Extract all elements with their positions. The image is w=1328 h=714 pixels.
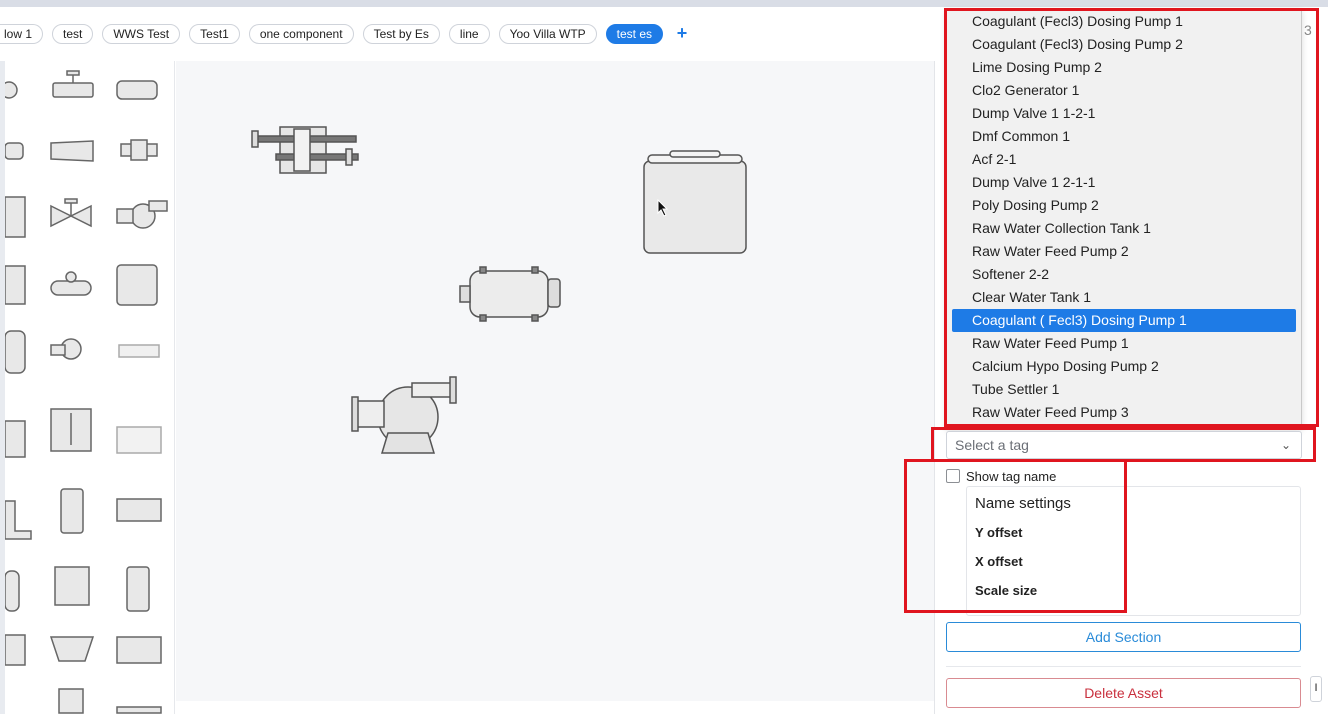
canvas-shapes (251, 126, 747, 454)
storage-tank-icon (116, 264, 158, 306)
pipe-end-icon (5, 142, 24, 160)
tab-test1[interactable]: Test1 (189, 24, 240, 44)
canvas-bottom-bar (176, 701, 934, 714)
clarifier-icon (116, 426, 162, 454)
hopper-icon (49, 636, 95, 662)
tab-flow-1[interactable]: low 1 (0, 24, 44, 44)
tag-option[interactable]: Softener 2-2 (947, 263, 1301, 286)
tank-icon (5, 265, 26, 305)
column-icon (5, 420, 26, 458)
panel-icon (58, 688, 84, 714)
gauge-icon (5, 81, 18, 99)
tab-test-by-es[interactable]: Test by Es (362, 24, 440, 44)
tag-option[interactable]: Clo2 Generator 1 (947, 79, 1301, 102)
reactor-icon (5, 330, 26, 374)
diagram-canvas[interactable] (176, 61, 934, 701)
tag-option[interactable]: Dump Valve 1 1-2-1 (947, 102, 1301, 125)
tab-test-es[interactable]: test es (605, 24, 664, 44)
select-tag-dropdown[interactable]: Select a tag ⌄ (946, 431, 1302, 459)
tag-option[interactable]: Coagulant (Fecl3) Dosing Pump 2 (947, 33, 1301, 56)
tab-one-component[interactable]: one component (248, 24, 354, 44)
column-filter-icon (60, 488, 84, 534)
tag-option[interactable]: Raw Water Feed Pump 3 (947, 401, 1301, 424)
valve-pipe-icon (52, 82, 94, 98)
add-section-button[interactable]: Add Section (946, 622, 1301, 652)
tag-option[interactable]: Lime Dosing Pump 2 (947, 56, 1301, 79)
diagram-tab-bar: low 1 test WWS Test Test1 one component … (0, 7, 944, 61)
screen-filter-icon (54, 566, 90, 606)
tag-option[interactable]: Coagulant (Fecl3) Dosing Pump 1 (947, 10, 1301, 33)
tag-option[interactable]: Calcium Hypo Dosing Pump 2 (947, 355, 1301, 378)
palette-icons (5, 70, 168, 714)
name-settings-title: Name settings (975, 495, 1071, 512)
vessel-icon (5, 570, 20, 612)
show-tag-name-label: Show tag name (966, 468, 1057, 484)
horizontal-vessel-icon (50, 280, 92, 296)
show-tag-name-row: Show tag name (946, 467, 1056, 485)
chevron-down-icon: ⌄ (1280, 438, 1291, 452)
tag-option[interactable]: Tube Settler 1 (947, 378, 1301, 401)
vertical-tank-icon (5, 196, 26, 238)
tab-wws-test[interactable]: WWS Test (102, 24, 181, 44)
tray-icon (116, 636, 162, 664)
tag-option[interactable]: Clear Water Tank 1 (947, 286, 1301, 309)
window-top-strip (0, 0, 1328, 7)
elbow-pipe-icon (5, 500, 32, 540)
slab-icon (116, 706, 162, 714)
tag-option[interactable]: Raw Water Feed Pump 1 (947, 332, 1301, 355)
cylinder-tank-icon (116, 80, 158, 100)
tab-yoo-villa-wtp[interactable]: Yoo Villa WTP (498, 24, 597, 44)
divider (946, 666, 1301, 667)
dosing-tank-icon (126, 566, 150, 612)
plus-icon[interactable]: + (672, 24, 692, 44)
filter-press-icon (118, 344, 160, 358)
delete-asset-button[interactable]: Delete Asset (946, 678, 1301, 708)
tab-line[interactable]: line (448, 24, 490, 44)
basin-icon (5, 634, 26, 666)
reducer-icon (50, 140, 94, 162)
show-tag-name-checkbox[interactable] (946, 469, 960, 483)
tag-option[interactable]: Dmf Common 1 (947, 125, 1301, 148)
select-tag-placeholder: Select a tag (955, 437, 1029, 453)
panel-corner-glyph: 3 (1304, 22, 1312, 38)
tag-option[interactable]: Acf 2-1 (947, 148, 1301, 171)
x-offset-label: X offset (975, 554, 1023, 569)
tag-option[interactable]: Poly Dosing Pump 2 (947, 194, 1301, 217)
block-icon (116, 498, 162, 522)
tag-options-list[interactable]: Coagulant (Fecl3) Dosing Pump 1 Coagulan… (946, 9, 1302, 429)
y-offset-label: Y offset (975, 525, 1023, 540)
tag-option-selected[interactable]: Coagulant ( Fecl3) Dosing Pump 1 (952, 309, 1296, 332)
centrifugal-pump-shape[interactable] (351, 376, 457, 454)
horizontal-vessel-shape[interactable] (459, 266, 561, 322)
gearbox-shape[interactable] (251, 126, 359, 174)
tab-test[interactable]: test (52, 24, 94, 44)
scale-size-label: Scale size (975, 583, 1038, 598)
tag-option[interactable]: Dump Valve 1 2-1-1 (947, 171, 1301, 194)
scroll-handle[interactable]: I (1310, 676, 1322, 702)
mouse-cursor-icon (657, 199, 669, 217)
tag-option[interactable]: Raw Water Collection Tank 1 (947, 217, 1301, 240)
tag-option[interactable]: Raw Water Feed Pump 2 (947, 240, 1301, 263)
component-palette (5, 61, 175, 714)
